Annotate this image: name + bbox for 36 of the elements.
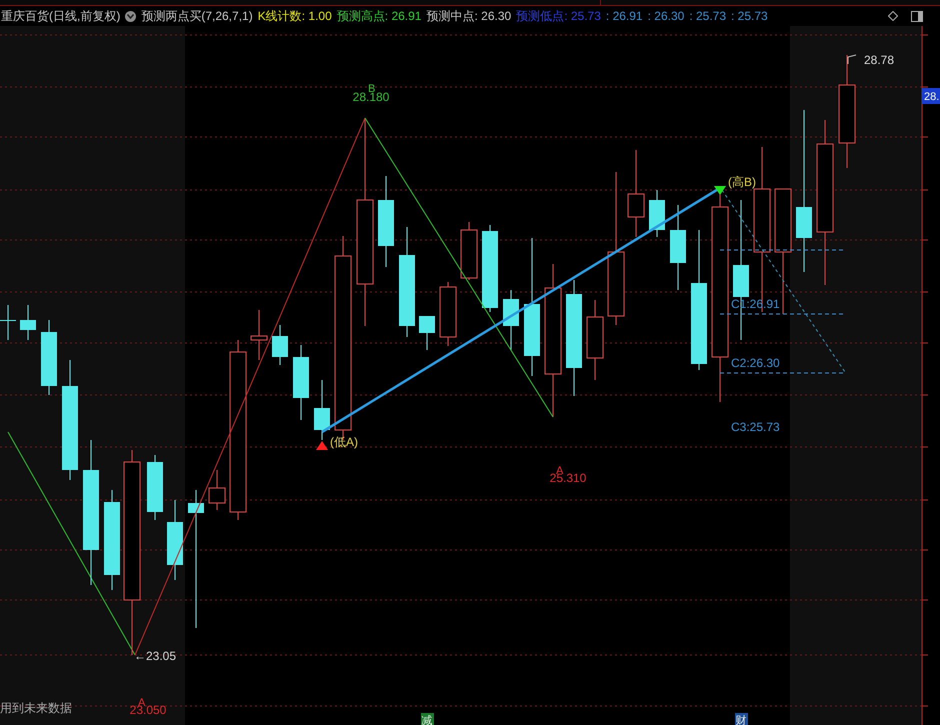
price-tag: ←23.05 <box>134 649 176 663</box>
warning-text: 用到未来数据 <box>0 701 72 715</box>
point-label: (高B) <box>728 175 756 189</box>
candlestick <box>440 282 456 346</box>
candlestick <box>419 316 435 350</box>
up-triangle-icon <box>316 441 328 450</box>
candlestick <box>272 324 288 366</box>
candlestick <box>0 304 16 340</box>
down-triangle-icon <box>714 186 726 195</box>
indicator-value: : 26.30 <box>648 8 684 25</box>
level-label: C2:26.30 <box>731 356 780 370</box>
indicator-value: K线计数: 1.00 <box>258 8 332 25</box>
indicator-value: : 25.73 <box>731 8 768 25</box>
indicator-value: : 26.91 <box>606 8 643 25</box>
candlestick <box>460 222 478 280</box>
indicator-name: 预测两点买(7,26,7,1) <box>141 8 253 25</box>
candlestick <box>147 454 163 520</box>
candlestick <box>250 310 268 360</box>
level-label: C3:25.73 <box>731 420 780 434</box>
candlestick <box>503 290 519 350</box>
indicator-value: 预测中点: 26.30 <box>426 8 512 25</box>
diamond-icon[interactable] <box>888 11 898 21</box>
stock-title: 重庆百货(日线,前复权) <box>1 8 120 25</box>
candlestick <box>20 304 36 340</box>
dropdown-icon[interactable] <box>125 10 136 22</box>
panel-toggle-icon[interactable] <box>911 10 923 22</box>
leader-line <box>848 54 856 64</box>
indicator-value: : 25.73 <box>689 8 726 25</box>
candlestick <box>208 470 226 510</box>
point-label: (低A) <box>330 435 358 449</box>
candlestick <box>649 190 665 238</box>
candlestick <box>314 380 330 440</box>
indicator-value: 预测高点: 26.91 <box>336 8 422 25</box>
indicator-value: 预测低点: 25.73 <box>516 8 601 25</box>
axis-price-tag <box>922 88 940 104</box>
price-tag: 28.78 <box>864 53 894 67</box>
